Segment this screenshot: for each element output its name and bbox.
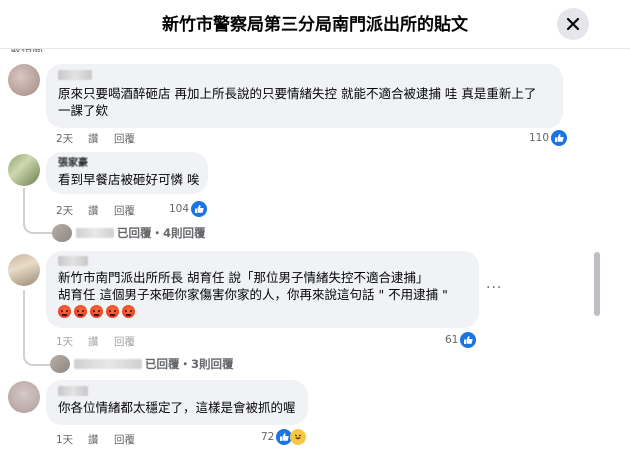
commenter-name[interactable]: 張家豪 (58, 157, 196, 171)
commenter-name[interactable] (58, 70, 92, 80)
comment-bubble: 張家豪 看到早餐店被砸好可憐 唉 (46, 152, 208, 194)
angry-face-icon (122, 305, 135, 318)
avatar[interactable] (8, 64, 40, 96)
comment-actions: 2天 讚 回覆 (56, 131, 135, 146)
like-button[interactable]: 讚 (88, 203, 114, 218)
like-button[interactable]: 讚 (88, 334, 114, 349)
close-icon (566, 17, 580, 31)
thread-connector (23, 340, 51, 366)
like-button[interactable]: 讚 (88, 131, 114, 146)
laughing-face-icon (290, 429, 307, 445)
reply-button[interactable]: 回覆 (114, 131, 135, 146)
avatar[interactable] (8, 254, 40, 286)
replier-name (76, 228, 114, 238)
comment-actions: 2天 讚 回覆 (56, 203, 135, 218)
reply-avatar (52, 224, 72, 242)
commenter-name[interactable] (58, 386, 88, 396)
thread-connector (23, 188, 53, 234)
comment-time[interactable]: 1天 (56, 334, 88, 349)
comment-bubble: 原來只要喝酒醉砸店 再加上所長說的只要情緒失控 就能不適合被逮捕 哇 真是重新上… (46, 64, 563, 128)
comment-text-line: 一課了欸 (58, 103, 109, 118)
avatar[interactable] (8, 381, 40, 413)
reply-button[interactable]: 回覆 (114, 203, 135, 218)
thumbs-up-icon (551, 130, 568, 146)
view-replies-link[interactable]: 已回覆・4則回覆 (52, 224, 206, 242)
reaction-count[interactable]: 110 (529, 130, 568, 146)
angry-face-icon (106, 305, 119, 318)
comment-actions: 1天 讚 回覆 (56, 334, 135, 349)
reaction-number: 110 (529, 132, 550, 144)
scrollbar[interactable] (594, 252, 600, 316)
reply-button[interactable]: 回覆 (114, 334, 135, 349)
angry-face-icon (58, 305, 71, 318)
angry-face-icon (90, 305, 103, 318)
replier-name (74, 359, 142, 369)
dialog-header: 新竹市警察局第三分局南門派出所的貼文 (0, 0, 630, 49)
comment-time[interactable]: 1天 (56, 432, 88, 447)
reaction-count[interactable]: 61 (445, 332, 477, 348)
thumbs-up-icon (191, 201, 208, 217)
dialog-title: 新竹市警察局第三分局南門派出所的貼文 (162, 15, 468, 35)
replies-label: 已回覆・4則回覆 (117, 226, 206, 240)
comment-time[interactable]: 2天 (56, 203, 88, 218)
reaction-count[interactable]: 72 (261, 429, 307, 445)
avatar[interactable] (8, 154, 40, 186)
comment-text-line: 原來只要喝酒醉砸店 再加上所長說的只要情緒失控 就能不適合被逮捕 哇 真是重新上… (58, 86, 537, 101)
reply-avatar (50, 355, 70, 373)
comment-time[interactable]: 2天 (56, 131, 88, 146)
angry-emoji-row (58, 305, 467, 318)
comment-actions: 1天 讚 回覆 (56, 432, 135, 447)
like-button[interactable]: 讚 (88, 432, 114, 447)
reply-button[interactable]: 回覆 (114, 432, 135, 447)
replies-label: 已回覆・3則回覆 (145, 357, 234, 371)
comment-text-line: 你各位情緒都太穩定了，這樣是會被抓的喔 (58, 400, 296, 415)
comment-bubble: 新竹市南門派出所所長 胡育任 說「那位男子情緒失控不適合逮捕」 胡育任 這個男子… (46, 251, 479, 328)
more-options-button[interactable]: ··· (486, 280, 502, 296)
reaction-count[interactable]: 104 (169, 201, 208, 217)
close-button[interactable] (557, 8, 589, 40)
angry-face-icon (74, 305, 87, 318)
reaction-number: 72 (261, 431, 275, 443)
reaction-number: 61 (445, 334, 459, 346)
comment-text-line: 胡育任 這個男子來砸你家傷害你家的人，你再來說這句話 " 不用逮捕 " (58, 287, 448, 302)
thumbs-up-icon (460, 332, 477, 348)
comment-bubble: 你各位情緒都太穩定了，這樣是會被抓的喔 (46, 380, 308, 425)
commenter-name[interactable] (58, 256, 88, 266)
reaction-number: 104 (169, 203, 190, 215)
view-replies-link[interactable]: 已回覆・3則回覆 (50, 355, 234, 373)
comment-text-line: 看到早餐店被砸好可憐 唉 (58, 172, 200, 187)
